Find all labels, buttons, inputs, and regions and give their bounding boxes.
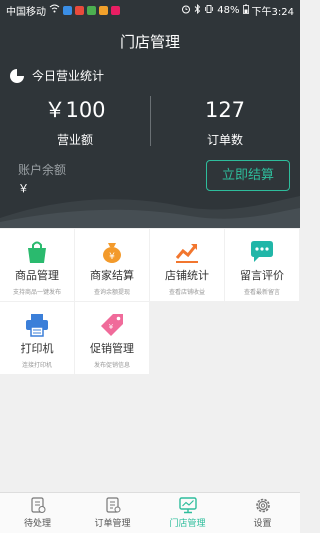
tile-subtitle: 发布促销信息 [93,362,130,369]
order-doc-icon [105,497,120,513]
trend-chart-icon [175,244,198,263]
orders-label: 订单数 [206,133,243,147]
nav-label: 门店管理 [169,519,206,529]
nav-store-management[interactable]: 门店管理 [150,493,225,533]
feature-grid: 商品管理 支持商品一键发布 ¥ 商家结算 查询余额提现 店铺统计 查看店铺收益 [0,229,300,375]
app-notification-icon [63,5,72,15]
nav-label: 订单管理 [94,519,131,529]
tile-promotion-management[interactable]: ¥ 促销管理 发布促销信息 [75,302,149,374]
tag-icon: ¥ [101,314,123,336]
orders-value: 127 [204,98,246,122]
gear-icon [255,498,270,513]
tile-title: 留言评价 [240,269,284,282]
page-title: 门店管理 [119,33,180,51]
status-bar: 中国移动 48% 下午3:24 [0,0,300,20]
tile-title: 促销管理 [90,342,134,355]
nav-order-management[interactable]: 订单管理 [75,493,150,533]
bag-icon [28,241,46,263]
nav-label: 待处理 [23,519,51,529]
revenue-value: ￥100 [44,98,106,122]
tile-title: 商家结算 [90,269,134,282]
svg-text:¥: ¥ [109,252,115,262]
tile-printer[interactable]: 打印机 连接打印机 [0,302,74,374]
nav-settings[interactable]: 设置 [225,493,300,533]
balance-label: 账户余额 [18,163,67,177]
nav-pending[interactable]: 待处理 [0,493,75,533]
tile-subtitle: 查看店铺收益 [168,289,205,296]
vibrate-icon [204,4,214,17]
today-stats-label: 今日营业统计 [32,69,105,83]
revenue-stat: ￥100 营业额 [0,96,150,148]
battery-icon [242,4,249,17]
bottom-nav: 待处理 订单管理 门店管理 设置 [0,492,300,533]
app-notification-icon [87,5,96,15]
header-panel: 中国移动 48% 下午3:24 门店管理 今日营业统计 ￥100 营业额 127… [0,0,300,228]
tile-merchant-settlement[interactable]: ¥ 商家结算 查询余额提现 [75,229,149,301]
tile-subtitle: 连接打印机 [21,362,52,369]
store-monitor-icon [178,497,197,514]
app-notification-icon [99,5,108,15]
pie-chart-icon [10,68,24,83]
settle-now-button[interactable]: 立即结算 [206,160,290,191]
tile-subtitle: 查询余额提现 [93,289,130,296]
tile-subtitle: 支持商品一键发布 [12,289,61,296]
app-notification-icon [75,5,84,15]
tile-title: 店铺统计 [165,269,209,282]
chat-bubble-icon [251,241,273,262]
bluetooth-icon [194,3,201,17]
tile-product-management[interactable]: 商品管理 支持商品一键发布 [0,229,74,301]
tile-subtitle: 查看最新留言 [243,289,280,296]
revenue-label: 营业额 [56,133,93,147]
svg-text:¥: ¥ [109,323,114,331]
money-bag-icon: ¥ [103,243,121,263]
tile-title: 打印机 [20,342,54,355]
wifi-icon [49,4,60,16]
today-stats-heading: 今日营业统计 [10,67,104,84]
battery-level: 48% [217,4,240,16]
app-notification-icon [111,5,120,15]
tile-title: 商品管理 [15,269,59,282]
nav-label: 设置 [253,519,272,529]
orders-stat: 127 订单数 [150,96,300,148]
printer-icon [26,314,48,337]
header-wave-decoration [0,196,300,228]
carrier-label: 中国移动 [6,6,46,18]
pending-doc-icon [30,497,45,513]
alarm-icon [181,4,191,17]
tile-messages-reviews[interactable]: 留言评价 查看最新留言 [225,229,299,301]
tile-store-statistics[interactable]: 店铺统计 查看店铺收益 [150,229,224,301]
clock-time: 下午3:24 [251,6,294,18]
